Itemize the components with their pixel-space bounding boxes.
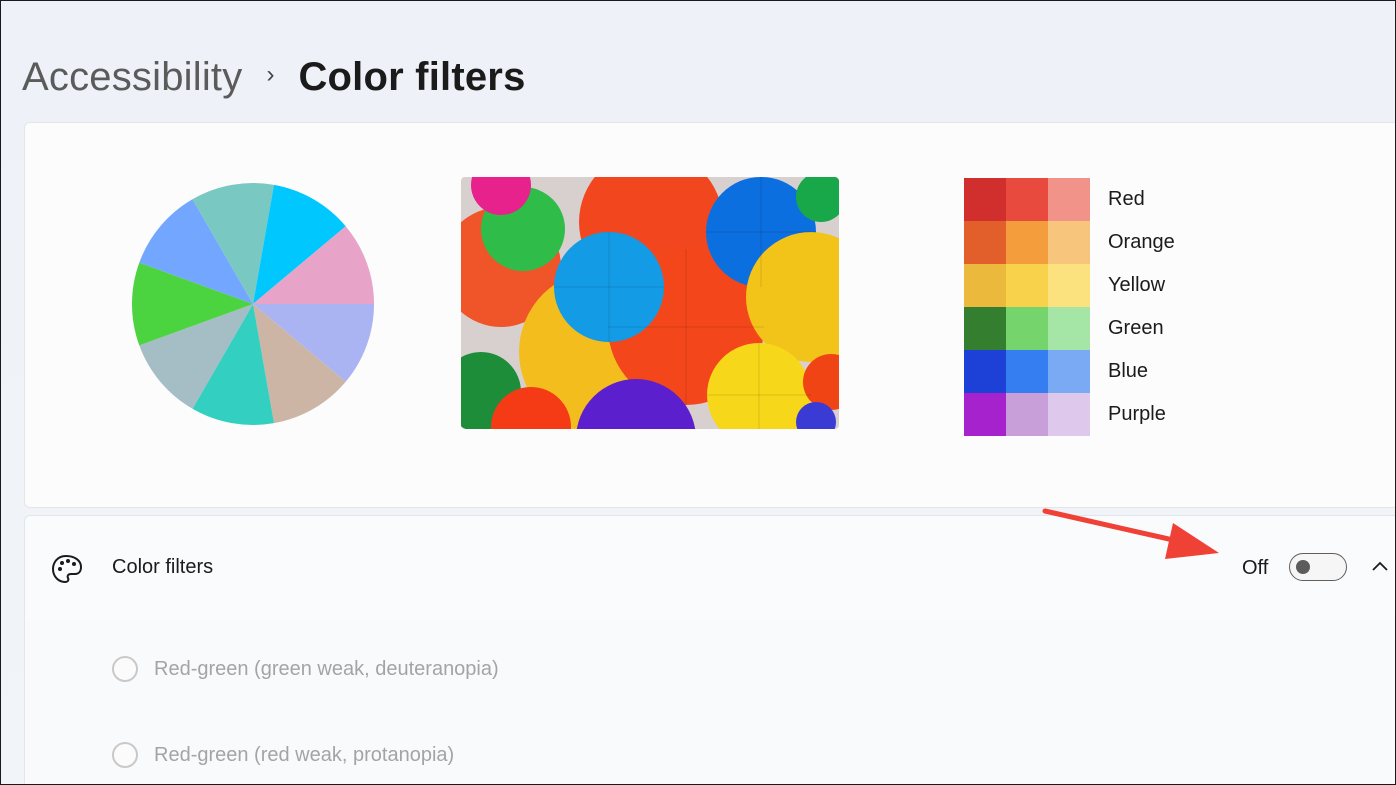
swatch-label: Yellow [1108, 274, 1166, 296]
radio-button[interactable] [112, 742, 138, 768]
color-swatch [964, 350, 1006, 393]
color-swatch [1048, 178, 1090, 221]
color-swatch [1048, 264, 1090, 307]
option-label: Red-green (green weak, deuteranopia) [154, 657, 499, 680]
toggle-state-label: Off [1242, 557, 1269, 579]
preview-pie-chart [132, 183, 374, 425]
color-swatch [1048, 221, 1090, 264]
swatch-row-orange: Orange [964, 221, 1175, 264]
color-swatch [1048, 307, 1090, 350]
breadcrumb-separator: › [266, 61, 275, 88]
annotation-arrow [1042, 508, 1219, 559]
swatch-row-blue: Blue [964, 350, 1175, 393]
color-swatch [1048, 350, 1090, 393]
color-swatch [964, 264, 1006, 307]
swatch-row-red: Red [964, 178, 1175, 221]
option-label: Red-green (red weak, protanopia) [154, 743, 455, 766]
option-protanopia[interactable]: Red-green (red weak, protanopia) [112, 742, 454, 768]
color-swatch [964, 393, 1006, 436]
color-swatch [1006, 221, 1048, 264]
palette-icon [51, 554, 83, 584]
swatch-row-purple: Purple [964, 393, 1175, 436]
color-preview-card: Red Orange Yellow Green Blue Purple [24, 122, 1395, 508]
swatch-label: Blue [1108, 360, 1149, 382]
color-swatch [964, 178, 1006, 221]
chevron-up-icon[interactable] [1371, 559, 1389, 573]
color-swatch [1006, 307, 1048, 350]
toggle-knob [1296, 560, 1310, 574]
color-swatch [1006, 264, 1048, 307]
page-title: Color filters [298, 54, 526, 99]
settings-window: Accessibility › Color filters Red Orange… [0, 0, 1396, 785]
radio-button[interactable] [112, 656, 138, 682]
swatch-label: Purple [1108, 403, 1166, 425]
color-swatch [964, 307, 1006, 350]
breadcrumb-accessibility[interactable]: Accessibility [22, 55, 242, 100]
color-filters-label: Color filters [112, 556, 214, 578]
swatch-label: Orange [1108, 231, 1175, 253]
colorful-paper-fans-image [461, 177, 839, 429]
swatch-label: Green [1108, 317, 1164, 339]
color-filter-options: Red-green (green weak, deuteranopia) Red… [24, 620, 1395, 784]
swatch-row-green: Green [964, 307, 1175, 350]
color-swatch [1006, 178, 1048, 221]
swatch-row-yellow: Yellow [964, 264, 1175, 307]
breadcrumb: Accessibility › Color filters [22, 49, 526, 105]
color-filters-toggle[interactable] [1289, 553, 1347, 581]
color-swatch [1006, 350, 1048, 393]
color-swatch [1048, 393, 1090, 436]
swatch-label: Red [1108, 188, 1145, 210]
color-swatch [964, 221, 1006, 264]
color-swatch-grid: Red Orange Yellow Green Blue Purple [964, 178, 1175, 436]
color-swatch [1006, 393, 1048, 436]
option-deuteranopia[interactable]: Red-green (green weak, deuteranopia) [112, 656, 499, 682]
